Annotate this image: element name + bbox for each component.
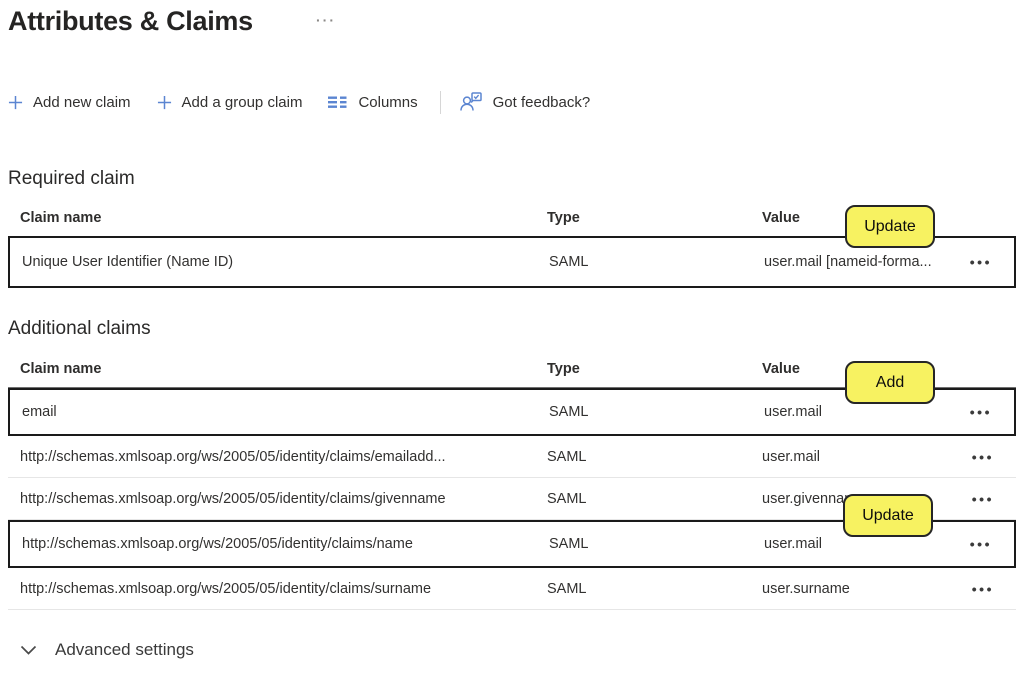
column-header-type: Type [547, 361, 762, 377]
claim-type-cell: SAML [549, 254, 764, 270]
plus-icon [157, 95, 172, 110]
add-new-claim-button[interactable]: Add new claim [8, 94, 131, 111]
annotation-badge-update: Update [845, 205, 935, 248]
row-more-icon[interactable]: ••• [972, 580, 994, 598]
claim-name-cell: http://schemas.xmlsoap.org/ws/2005/05/id… [8, 449, 547, 465]
row-more-icon[interactable]: ••• [972, 490, 994, 508]
row-more-icon[interactable]: ••• [970, 535, 992, 553]
claim-row-emailaddress[interactable]: http://schemas.xmlsoap.org/ws/2005/05/id… [8, 436, 1016, 478]
row-more-icon[interactable]: ••• [970, 403, 992, 421]
claim-name-cell: http://schemas.xmlsoap.org/ws/2005/05/id… [10, 536, 549, 552]
advanced-settings-label: Advanced settings [55, 640, 194, 660]
column-header-type: Type [547, 210, 762, 226]
claim-value-cell: user.mail [764, 536, 954, 552]
plus-icon [8, 95, 23, 110]
add-group-claim-label: Add a group claim [182, 94, 303, 111]
columns-button[interactable]: Columns [328, 94, 417, 111]
claim-value-cell: user.mail [762, 449, 956, 465]
claim-value-cell: user.surname [762, 581, 956, 597]
required-claim-heading: Required claim [8, 168, 135, 190]
claim-name-cell: email [10, 404, 549, 420]
row-more-icon[interactable]: ••• [972, 448, 994, 466]
claim-name-cell: http://schemas.xmlsoap.org/ws/2005/05/id… [8, 491, 547, 507]
got-feedback-label: Got feedback? [493, 94, 591, 111]
add-group-claim-button[interactable]: Add a group claim [157, 94, 303, 111]
add-new-claim-label: Add new claim [33, 94, 131, 111]
toolbar-divider [440, 91, 441, 114]
columns-label: Columns [358, 94, 417, 111]
annotation-badge-add: Add [845, 361, 935, 404]
claim-name-cell: http://schemas.xmlsoap.org/ws/2005/05/id… [8, 581, 547, 597]
column-header-claim-name: Claim name [8, 210, 547, 226]
claim-type-cell: SAML [547, 449, 762, 465]
row-more-icon[interactable]: ••• [970, 253, 992, 271]
page-more-icon[interactable]: ··· [316, 12, 336, 28]
command-bar: Add new claim Add a group claim Columns [8, 86, 616, 118]
claim-value-cell: user.mail [nameid-forma... [764, 254, 954, 270]
claim-row-surname[interactable]: http://schemas.xmlsoap.org/ws/2005/05/id… [8, 568, 1016, 610]
claim-value-cell: user.mail [764, 404, 954, 420]
advanced-settings-toggle[interactable]: Advanced settings [20, 640, 194, 660]
claim-type-cell: SAML [549, 536, 764, 552]
claim-name-cell: Unique User Identifier (Name ID) [10, 254, 549, 270]
claim-type-cell: SAML [549, 404, 764, 420]
claim-type-cell: SAML [547, 491, 762, 507]
page-title: Attributes & Claims [8, 6, 253, 37]
additional-claims-heading: Additional claims [8, 318, 151, 340]
chevron-down-icon [20, 645, 37, 656]
feedback-icon [459, 91, 483, 113]
annotation-badge-update: Update [843, 494, 933, 537]
columns-icon [328, 94, 348, 110]
claim-type-cell: SAML [547, 581, 762, 597]
got-feedback-button[interactable]: Got feedback? [459, 91, 591, 113]
column-header-claim-name: Claim name [8, 361, 547, 377]
